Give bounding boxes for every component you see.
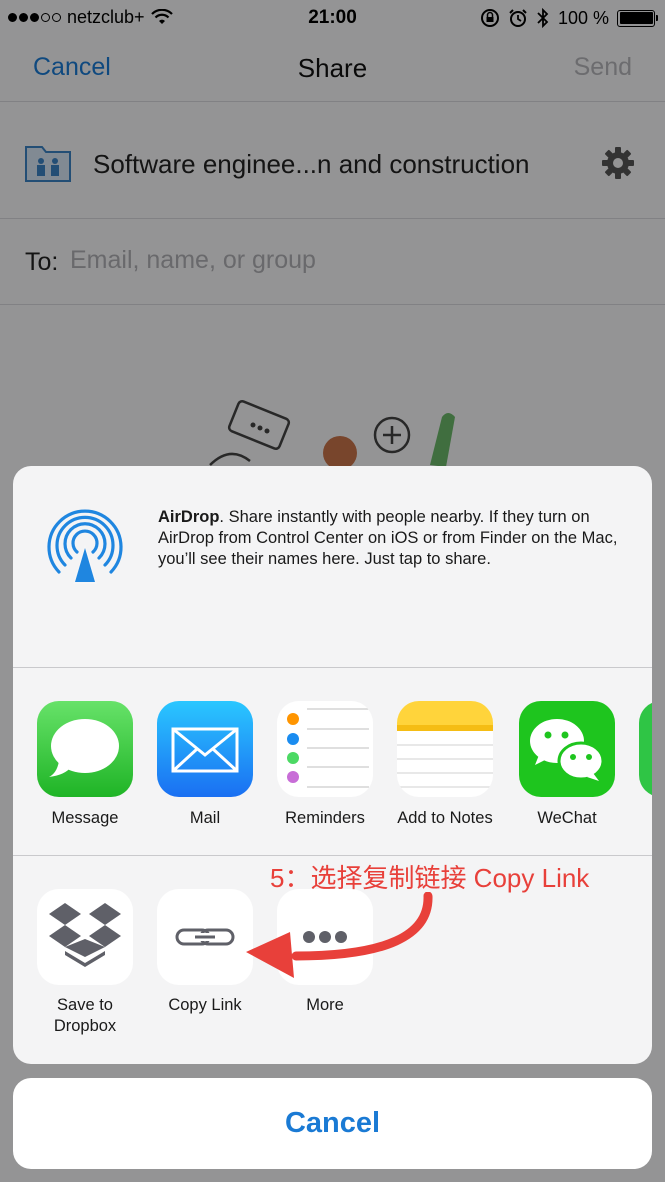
cancel-button[interactable]: Cancel: [13, 1078, 652, 1169]
share-app-reminders[interactable]: Reminders: [265, 701, 385, 828]
action-save-to-dropbox[interactable]: Save to Dropbox: [25, 889, 145, 1037]
airdrop-title: AirDrop: [158, 508, 220, 526]
action-label: Save to Dropbox: [53, 996, 117, 1035]
share-app-mail[interactable]: Mail: [145, 701, 265, 828]
share-app-message[interactable]: Message: [25, 701, 145, 828]
notes-icon: [397, 701, 493, 797]
share-app-partial[interactable]: [627, 701, 652, 797]
share-app-wechat[interactable]: WeChat: [507, 701, 627, 828]
reminders-icon: [277, 701, 373, 797]
message-icon: [37, 701, 133, 797]
action-label: More: [306, 996, 344, 1014]
airdrop-body: . Share instantly with people nearby. If…: [158, 508, 618, 568]
tutorial-annotation: 5：选择复制链接 Copy Link: [270, 863, 590, 893]
share-apps-row: Message Mail Reminders Add to Notes WeCh…: [13, 669, 652, 856]
airdrop-description: AirDrop. Share instantly with people nea…: [158, 507, 638, 570]
wechat-icon: [519, 701, 615, 797]
app-label: WeChat: [537, 809, 597, 827]
share-app-notes[interactable]: Add to Notes: [385, 701, 505, 828]
action-label: Copy Link: [168, 996, 242, 1014]
app-label: Add to Notes: [397, 809, 493, 827]
app-label: Reminders: [285, 809, 365, 827]
app-icon-partial: [639, 701, 652, 797]
mail-icon: [157, 701, 253, 797]
dropbox-icon: [37, 889, 133, 985]
airdrop-icon: [47, 509, 123, 584]
annotation-arrow-icon: [246, 892, 433, 978]
app-label: Mail: [189, 809, 221, 827]
airdrop-section: AirDrop. Share instantly with people nea…: [13, 466, 652, 668]
app-label: Message: [51, 809, 119, 827]
